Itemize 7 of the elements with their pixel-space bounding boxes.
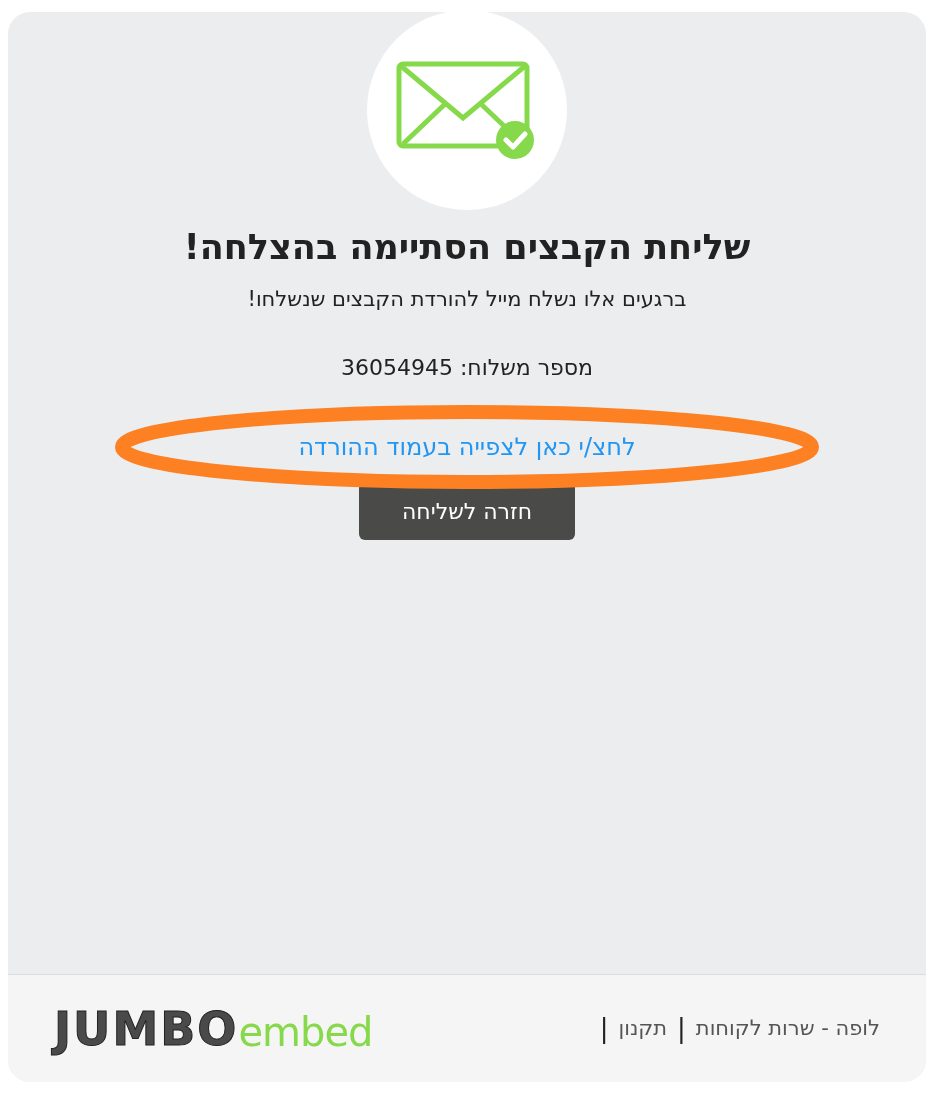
footer-link[interactable]: לופה - שרות לקוחות bbox=[695, 1012, 880, 1045]
email-message: ברגעים אלו נשלח מייל להורדת הקבצים שנשלחו! bbox=[247, 285, 687, 313]
footer-separator: | bbox=[599, 1012, 609, 1046]
footer-separator: | bbox=[677, 1012, 686, 1046]
success-title: שליחת הקבצים הסתיימה בהצלחה! bbox=[183, 226, 751, 269]
shipment-number: מספר משלוח: 36054945 bbox=[340, 354, 594, 383]
footer-link[interactable]: תקנון bbox=[618, 1012, 668, 1045]
